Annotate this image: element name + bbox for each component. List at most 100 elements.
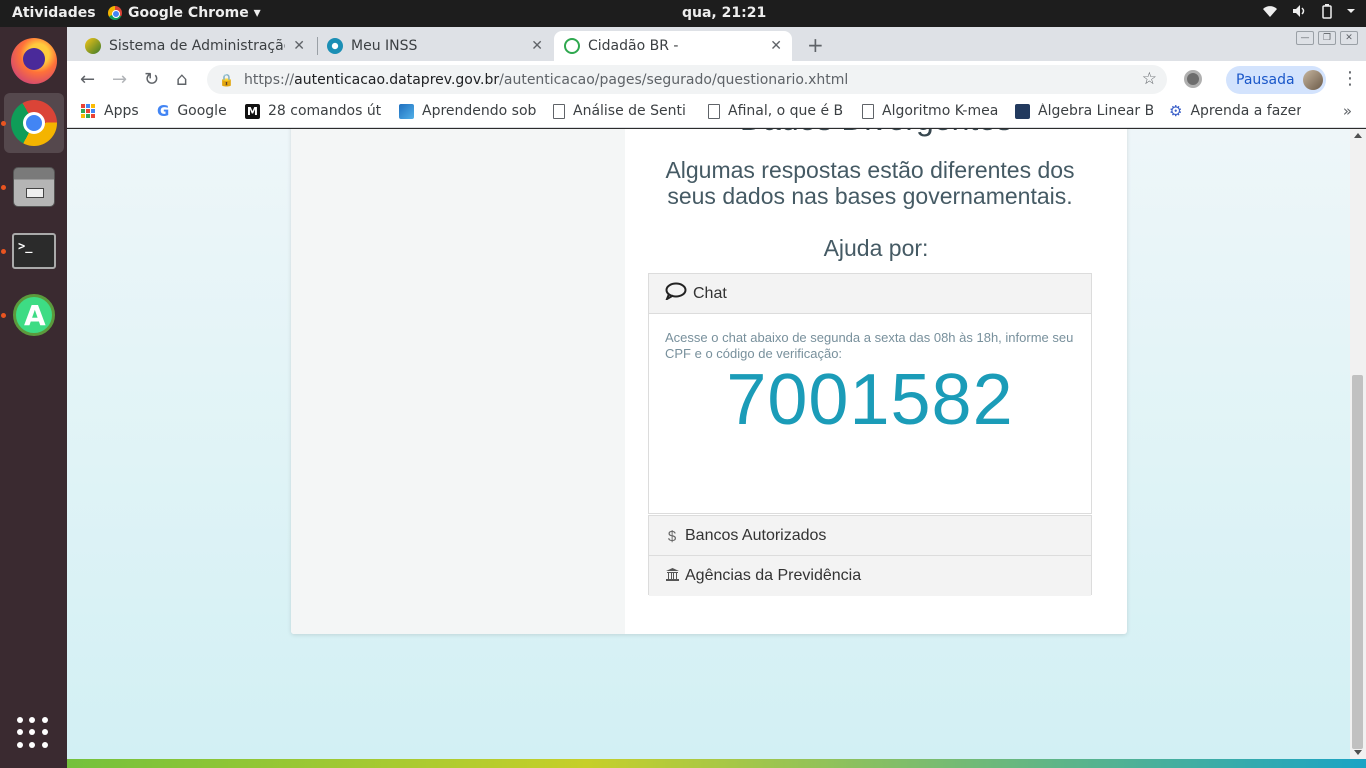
- scroll-thumb[interactable]: [1352, 375, 1363, 749]
- system-top-bar: Atividades Google Chrome ▾ qua, 21:21: [0, 0, 1366, 27]
- reload-icon[interactable]: ↻: [144, 69, 159, 90]
- profile-label: Pausada: [1236, 72, 1295, 88]
- scroll-up-icon[interactable]: [1354, 133, 1362, 138]
- bookmark-label: Álgebra Linear B: [1038, 103, 1153, 119]
- menu-kebab-icon[interactable]: ⋮: [1341, 68, 1359, 89]
- url-host: autenticacao.dataprev.gov.br: [294, 71, 500, 88]
- site-icon: [1015, 103, 1030, 119]
- bookmark-aprendendo[interactable]: Aprendendo sob: [399, 103, 536, 119]
- app-menu[interactable]: Google Chrome ▾: [108, 5, 261, 21]
- terminal-icon: >_: [12, 233, 56, 269]
- page-subtitle: Algumas respostas estão diferentes dos s…: [665, 157, 1075, 209]
- tab-sistema-administracao[interactable]: Sistema de Administração ✕: [75, 31, 315, 61]
- bookmark-label: Aprendendo sob: [422, 103, 537, 119]
- activities-button[interactable]: Atividades: [12, 5, 96, 21]
- extension-icon[interactable]: [1184, 70, 1202, 88]
- bookmark-analise[interactable]: Análise de Senti: [553, 103, 686, 119]
- dock-android-studio[interactable]: [4, 285, 64, 345]
- dock-firefox[interactable]: [4, 31, 64, 91]
- banks-panel-header[interactable]: $ Bancos Autorizados: [649, 516, 1091, 556]
- tab-title: Meu INSS: [351, 38, 418, 54]
- agencies-panel-header[interactable]: Agências da Previdência: [649, 556, 1091, 596]
- profile-button[interactable]: Pausada: [1226, 66, 1326, 94]
- url-scheme: https://: [243, 71, 295, 88]
- dock-files[interactable]: [4, 157, 64, 217]
- scroll-down-icon[interactable]: [1354, 750, 1362, 755]
- avatar: [1302, 70, 1323, 90]
- bookmark-label: Afinal, o que é B: [728, 103, 844, 119]
- android-studio-icon: [13, 294, 55, 336]
- battery-icon: [1322, 4, 1332, 23]
- bookmark-label: 28 comandos út: [268, 103, 382, 119]
- dock: >_: [0, 27, 67, 768]
- banks-panel[interactable]: $ Bancos Autorizados: [648, 515, 1092, 556]
- bookmark-algoritmo[interactable]: Algoritmo K-mea: [862, 103, 998, 119]
- bookmark-apps[interactable]: Apps: [81, 103, 139, 119]
- tab-meu-inss[interactable]: Meu INSS ✕: [317, 31, 553, 61]
- verification-code: 7001582: [726, 360, 1014, 440]
- favicon-icon: [327, 38, 343, 54]
- forward-icon[interactable]: →: [112, 69, 127, 90]
- files-icon: [13, 167, 55, 207]
- bookmark-aprenda[interactable]: ⚙ Aprenda a fazer: [1169, 103, 1301, 119]
- tab-cidadao-br[interactable]: Cidadão BR - ✕: [554, 31, 792, 61]
- dock-chrome[interactable]: [4, 93, 64, 153]
- bookmark-star-icon[interactable]: ☆: [1142, 69, 1157, 89]
- new-tab-button[interactable]: +: [807, 33, 824, 57]
- agencies-title: Agências da Previdência: [685, 567, 862, 584]
- close-window-button[interactable]: ✕: [1340, 31, 1358, 45]
- chrome-icon: [11, 100, 57, 146]
- tab-title: Cidadão BR -: [588, 38, 679, 54]
- window-controls: — ❐ ✕: [1296, 31, 1358, 45]
- maximize-button[interactable]: ❐: [1318, 31, 1336, 45]
- chat-panel-body: Acesse o chat abaixo de segunda a sexta …: [649, 314, 1091, 440]
- home-icon[interactable]: ⌂: [176, 69, 187, 90]
- tab-strip: Sistema de Administração ✕ Meu INSS ✕ Ci…: [67, 27, 1366, 61]
- tab-title: Sistema de Administração: [109, 38, 286, 54]
- bookmark-28-comandos[interactable]: M 28 comandos út: [245, 103, 381, 119]
- help-label: Ajuda por:: [823, 235, 929, 261]
- chrome-icon: [108, 6, 122, 20]
- system-tray[interactable]: [1262, 4, 1356, 23]
- page-title: Dados Divergentes: [625, 129, 1127, 138]
- running-indicator: [1, 185, 6, 190]
- clock[interactable]: qua, 21:21: [682, 5, 766, 21]
- wifi-icon: [1262, 4, 1278, 23]
- chat-panel-header[interactable]: Chat: [649, 274, 1091, 314]
- favicon-icon: [564, 38, 580, 54]
- bookmark-label: Apps: [104, 103, 139, 119]
- cube-icon: [399, 103, 414, 119]
- medium-icon: M: [245, 103, 260, 119]
- dollar-icon: $: [667, 527, 677, 545]
- chat-description: Acesse o chat abaixo de segunda a sexta …: [665, 330, 1074, 361]
- card-side-panel: [291, 129, 625, 634]
- back-icon[interactable]: ←: [80, 69, 95, 90]
- close-tab-icon[interactable]: ✕: [531, 38, 543, 54]
- bookmark-afinal[interactable]: Afinal, o que é B: [708, 103, 843, 119]
- minimize-button[interactable]: —: [1296, 31, 1314, 45]
- bookmark-google[interactable]: G Google: [157, 103, 227, 119]
- bookmark-label: Algoritmo K-mea: [882, 103, 999, 119]
- gear-icon: ⚙: [1169, 103, 1183, 119]
- firefox-icon: [11, 38, 57, 84]
- running-indicator: [1, 313, 6, 318]
- show-applications-icon[interactable]: [17, 717, 49, 749]
- page-scrollbar[interactable]: [1350, 129, 1366, 759]
- close-tab-icon[interactable]: ✕: [770, 38, 782, 54]
- lock-icon: 🔒: [219, 72, 234, 87]
- app-menu-label: Google Chrome ▾: [128, 5, 261, 21]
- bookmark-label: Análise de Senti: [573, 103, 686, 119]
- address-bar[interactable]: 🔒 https:// autenticacao.dataprev.gov.br …: [207, 65, 1167, 94]
- bookmark-algebra[interactable]: Álgebra Linear B: [1015, 103, 1153, 119]
- agencies-panel[interactable]: Agências da Previdência: [648, 555, 1092, 596]
- chat-title: Chat: [693, 284, 727, 302]
- content-card: Dados Divergentes Algumas respostas estã…: [291, 129, 1127, 634]
- dock-terminal[interactable]: >_: [4, 221, 64, 281]
- banks-title: Bancos Autorizados: [685, 527, 827, 544]
- close-tab-icon[interactable]: ✕: [293, 38, 305, 54]
- more-bookmarks-icon[interactable]: »: [1343, 102, 1352, 120]
- browser-toolbar: ← → ↻ ⌂ 🔒 https:// autenticacao.dataprev…: [67, 61, 1366, 98]
- url-path: /autenticacao/pages/segurado/questionari…: [499, 71, 849, 88]
- favicon-icon: [85, 38, 101, 54]
- document-icon: [708, 103, 720, 119]
